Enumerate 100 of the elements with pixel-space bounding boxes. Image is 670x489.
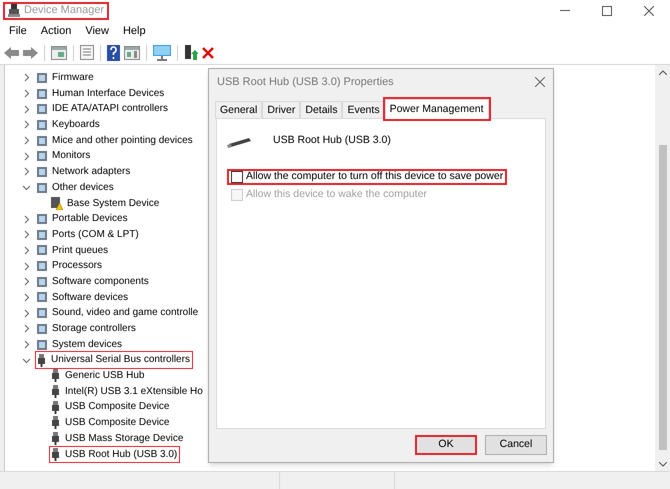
- tab[interactable]: General: [215, 101, 262, 119]
- tree-item[interactable]: Software devices: [35, 288, 132, 306]
- menu-item[interactable]: Help: [116, 22, 153, 40]
- device-icon: [36, 322, 48, 335]
- usb-plug-icon: [50, 448, 61, 461]
- window-title: Device Manager: [24, 3, 104, 18]
- tree-item[interactable]: Firmware: [35, 69, 97, 87]
- expand-chevron-icon[interactable]: [22, 246, 31, 255]
- action-pane-icon[interactable]: [124, 46, 140, 60]
- tree-item[interactable]: Monitors: [35, 147, 94, 166]
- close-icon: [644, 6, 654, 16]
- expand-chevron-icon[interactable]: [22, 308, 31, 318]
- usb-plug-icon: [50, 432, 61, 446]
- tree-item[interactable]: Portable Devices: [35, 210, 131, 228]
- expand-chevron-icon[interactable]: [22, 120, 31, 130]
- expand-chevron-icon[interactable]: [22, 152, 31, 161]
- minimize-icon: [560, 10, 570, 11]
- tree-item[interactable]: Other devices: [35, 178, 117, 197]
- expand-chevron-icon[interactable]: [22, 73, 31, 82]
- expand-chevron-icon[interactable]: [22, 214, 31, 224]
- checkbox[interactable]: [231, 171, 243, 183]
- tree-item[interactable]: Software components: [35, 272, 152, 291]
- dialog-title: USB Root Hub (USB 3.0) Properties: [217, 74, 394, 90]
- device-icon: [36, 307, 48, 320]
- back-arrow-icon[interactable]: [4, 46, 19, 58]
- tree-item[interactable]: IDE ATA/ATAPI controllers: [35, 100, 171, 118]
- tree-item[interactable]: Print queues: [35, 242, 112, 260]
- menu-item[interactable]: File: [2, 22, 34, 40]
- device-icon: [36, 291, 48, 304]
- maximize-icon: [602, 6, 612, 16]
- tree-item[interactable]: Human Interface Devices: [35, 84, 168, 102]
- device-icon: [36, 166, 48, 178]
- expand-chevron-icon[interactable]: [22, 324, 31, 334]
- computer-icon: [8, 4, 20, 17]
- tab[interactable]: Details: [300, 101, 342, 119]
- usb-plug-icon: [50, 400, 61, 414]
- checkbox-label: Allow this device to wake the computer: [246, 187, 427, 202]
- tab[interactable]: Power Management: [384, 99, 489, 119]
- scrollbar[interactable]: [655, 65, 670, 471]
- device-icon: [36, 260, 48, 272]
- usb-plug-icon: [50, 385, 61, 398]
- tab[interactable]: Events: [342, 101, 385, 119]
- tree-item[interactable]: Mice and other pointing devices: [35, 132, 196, 150]
- device-icon: [36, 244, 48, 256]
- device-arrow-icon[interactable]: [184, 44, 198, 60]
- expand-chevron-icon[interactable]: [22, 167, 31, 176]
- tab[interactable]: Driver: [262, 101, 300, 119]
- help-icon[interactable]: [107, 44, 120, 60]
- expand-chevron-icon[interactable]: [22, 89, 31, 98]
- tree-item[interactable]: Intel(R) USB 3.1 eXtensible Ho: [49, 382, 206, 400]
- tree-item[interactable]: Processors: [35, 257, 106, 275]
- tree-item[interactable]: Sound, video and game controlle: [35, 304, 202, 322]
- dialog-button[interactable]: Cancel: [485, 435, 547, 455]
- device-icon: [36, 88, 48, 100]
- device-icon: [36, 276, 48, 288]
- device-icon: [36, 228, 48, 241]
- console-tree-icon[interactable]: [51, 46, 67, 60]
- expand-chevron-icon[interactable]: [22, 136, 31, 146]
- tree-item[interactable]: Universal Serial Bus controllers: [35, 351, 193, 370]
- tree-item[interactable]: USB Composite Device: [49, 414, 172, 432]
- usb-plug-icon: [50, 416, 61, 430]
- tree-item[interactable]: Network adapters: [35, 163, 134, 181]
- expand-chevron-icon[interactable]: [22, 277, 31, 286]
- properties-icon[interactable]: [80, 45, 94, 60]
- forward-arrow-icon[interactable]: [23, 46, 38, 58]
- tree-item[interactable]: USB Composite Device: [49, 398, 172, 416]
- device-icon: [36, 213, 48, 226]
- collapse-chevron-icon[interactable]: [22, 183, 31, 192]
- dialog-button[interactable]: OK: [415, 435, 477, 455]
- tree-item[interactable]: USB Root Hub (USB 3.0): [49, 446, 180, 464]
- device-icon: [36, 338, 48, 351]
- tree-item[interactable]: Ports (COM & LPT): [35, 226, 142, 244]
- device-icon: [36, 150, 48, 162]
- device-icon: [36, 118, 48, 131]
- scroll-down-icon[interactable]: [658, 462, 666, 467]
- usb-plug-icon: [36, 354, 47, 367]
- collapse-chevron-icon[interactable]: [22, 356, 31, 365]
- device-icon: [36, 103, 48, 116]
- expand-chevron-icon[interactable]: [22, 292, 31, 302]
- usb-plug-icon: [50, 369, 61, 382]
- tree-item[interactable]: USB Mass Storage Device: [49, 430, 186, 448]
- delete-icon[interactable]: [202, 46, 214, 58]
- tree-item[interactable]: Storage controllers: [35, 320, 139, 338]
- scroll-up-icon[interactable]: [658, 70, 666, 75]
- monitor-icon[interactable]: [153, 44, 171, 60]
- device-icon: [36, 72, 48, 84]
- tree-item[interactable]: Generic USB Hub: [49, 367, 148, 385]
- expand-chevron-icon[interactable]: [22, 340, 31, 350]
- tree-item[interactable]: Base System Device: [49, 194, 162, 212]
- menu-item[interactable]: View: [78, 22, 116, 40]
- device-icon: [36, 134, 48, 147]
- expand-chevron-icon[interactable]: [22, 104, 31, 114]
- tree-item[interactable]: Keyboards: [35, 116, 103, 134]
- close-icon[interactable]: [535, 77, 545, 87]
- tree-item[interactable]: System devices: [35, 336, 126, 354]
- expand-chevron-icon[interactable]: [22, 230, 31, 240]
- expand-chevron-icon[interactable]: [22, 262, 31, 271]
- checkbox-label: Allow the computer to turn off this device to save power: [246, 169, 504, 184]
- scroll-thumb[interactable]: [658, 145, 666, 450]
- menu-item[interactable]: Action: [34, 22, 78, 40]
